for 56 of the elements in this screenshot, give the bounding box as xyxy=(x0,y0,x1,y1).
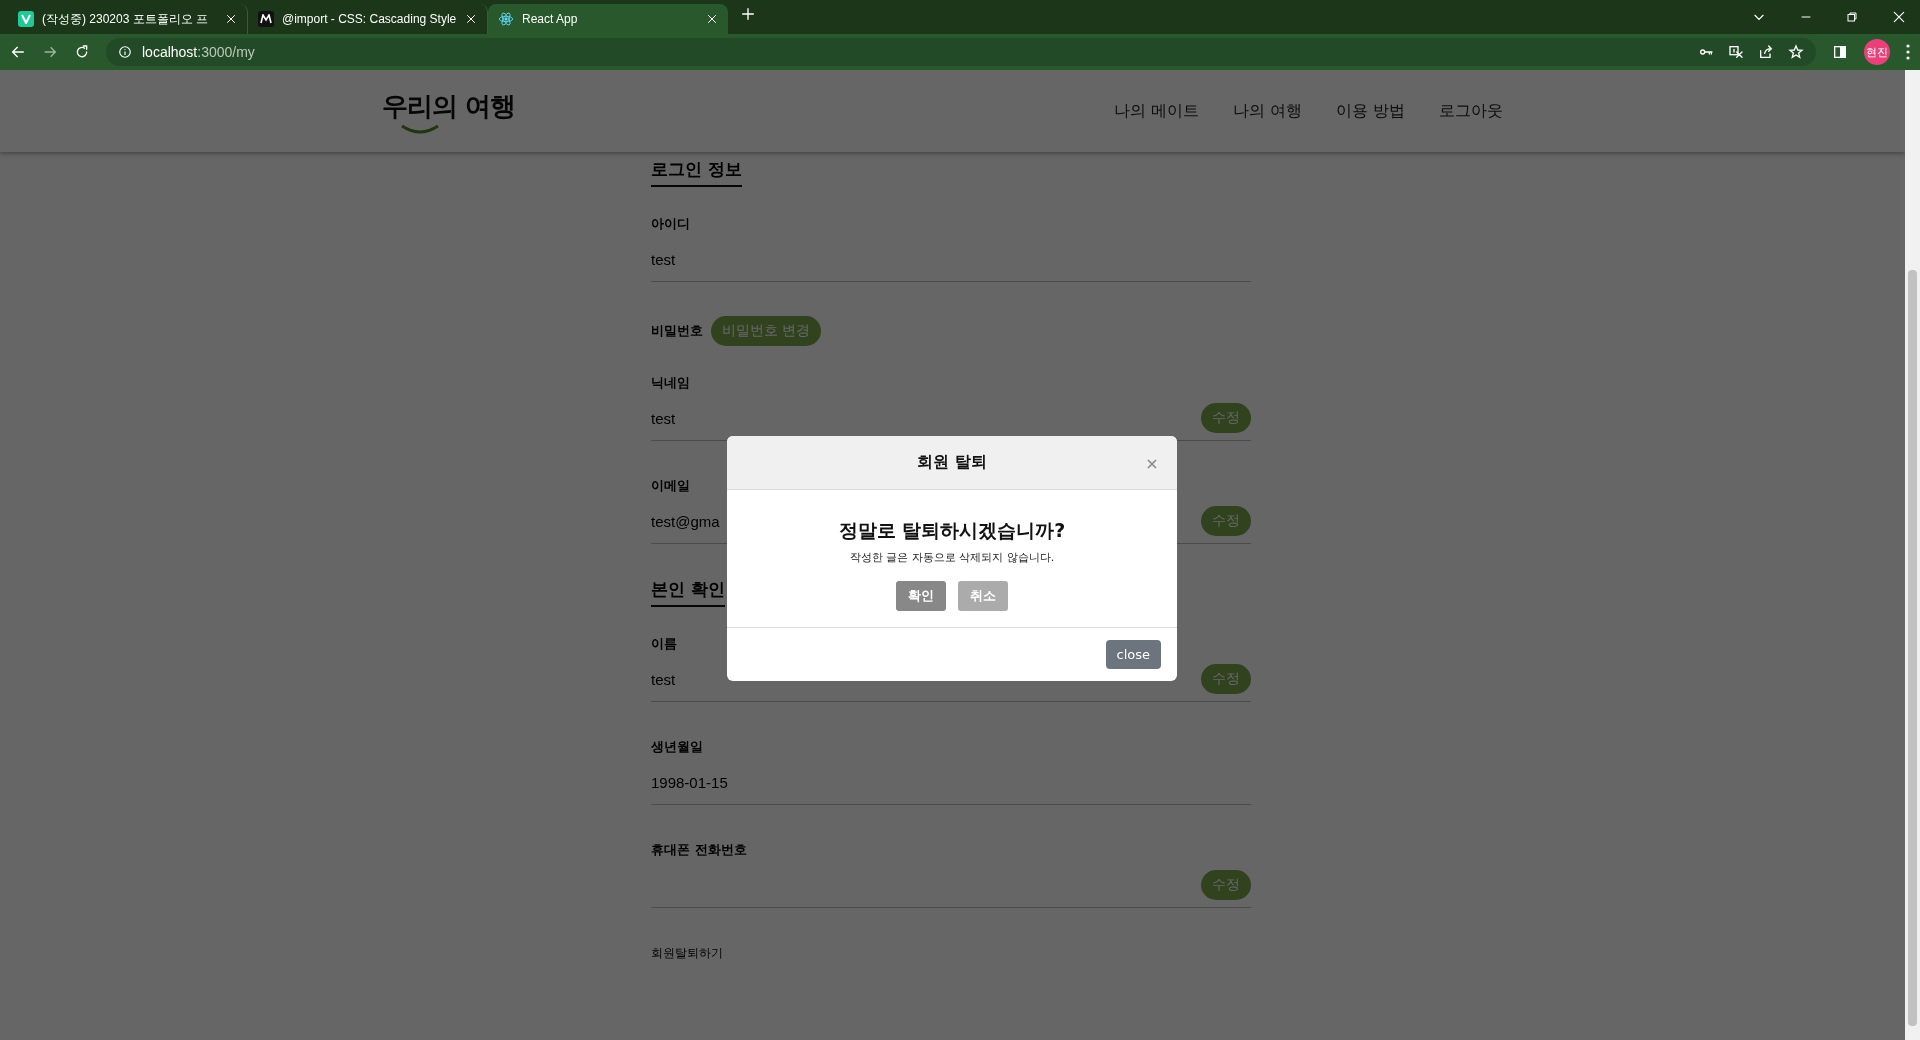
modal-title: 회원 탈퇴 xyxy=(917,452,987,473)
address-bar[interactable]: localhost:3000/my xyxy=(106,38,1816,66)
favicon-icon xyxy=(18,11,34,27)
atom-icon xyxy=(498,11,514,27)
field-label: 이메일 xyxy=(651,478,690,493)
field-label: 비밀번호 xyxy=(651,322,703,340)
field-value: test xyxy=(651,250,676,268)
reload-icon[interactable] xyxy=(74,44,90,60)
field-value: test@gma xyxy=(651,512,720,530)
field-value: 1998-01-15 xyxy=(651,773,728,791)
info-icon xyxy=(118,45,132,59)
field-label: 생년월일 xyxy=(651,739,703,754)
close-icon[interactable] xyxy=(225,13,237,25)
modal-question: 정말로 탈퇴하시겠습니까? xyxy=(838,518,1066,543)
change-password-button[interactable]: 비밀번호 변경 xyxy=(711,316,822,346)
plus-icon[interactable] xyxy=(740,6,756,22)
edit-button[interactable]: 수정 xyxy=(1201,403,1251,433)
url-path: :3000/my xyxy=(197,44,255,60)
field-label: 아이디 xyxy=(651,216,690,231)
menu-icon[interactable] xyxy=(1906,44,1910,60)
favicon-icon xyxy=(258,11,274,27)
field-label: 이름 xyxy=(651,636,677,651)
profile-avatar[interactable]: 현진 xyxy=(1864,39,1890,65)
cancel-button[interactable]: 취소 xyxy=(958,581,1008,611)
side-panel-icon[interactable] xyxy=(1832,44,1848,60)
field-label: 휴대폰 전화번호 xyxy=(651,842,747,857)
close-icon[interactable] xyxy=(706,13,718,25)
nav-link[interactable]: 나의 여행 xyxy=(1232,100,1302,122)
restore-icon[interactable] xyxy=(1846,11,1858,23)
scrollbar[interactable] xyxy=(1905,70,1920,1040)
edit-button[interactable]: 수정 xyxy=(1201,870,1251,900)
logo[interactable]: 우리의 여행 xyxy=(382,88,516,134)
browser-tab[interactable]: React App xyxy=(488,4,728,34)
close-icon[interactable] xyxy=(1892,10,1906,24)
confirm-button[interactable]: 확인 xyxy=(896,581,946,611)
field-value: test xyxy=(651,670,676,688)
nav-link[interactable]: 나의 메이트 xyxy=(1113,100,1199,122)
nav-link[interactable]: 로그아웃 xyxy=(1439,100,1503,122)
withdraw-link[interactable]: 회원탈퇴하기 xyxy=(651,946,723,960)
modal-note: 작성한 글은 자동으로 삭제되지 않습니다. xyxy=(849,550,1055,565)
translate-icon[interactable] xyxy=(1728,44,1744,60)
field-label: 닉네임 xyxy=(651,375,690,390)
nav-link[interactable]: 이용 방법 xyxy=(1335,100,1405,122)
section-title: 본인 확인 xyxy=(651,578,725,607)
url-host: localhost xyxy=(142,44,198,60)
close-button[interactable]: close xyxy=(1105,640,1161,669)
field-value: test xyxy=(651,409,676,427)
edit-button[interactable]: 수정 xyxy=(1201,664,1251,694)
star-icon[interactable] xyxy=(1788,44,1804,60)
section-title: 로그인 정보 xyxy=(651,158,742,187)
close-icon[interactable] xyxy=(465,13,477,25)
smile-icon xyxy=(400,123,440,134)
forward-arrow-icon[interactable] xyxy=(42,44,58,60)
edit-button[interactable]: 수정 xyxy=(1201,506,1251,536)
share-icon[interactable] xyxy=(1758,44,1774,60)
back-arrow-icon[interactable] xyxy=(10,44,26,60)
